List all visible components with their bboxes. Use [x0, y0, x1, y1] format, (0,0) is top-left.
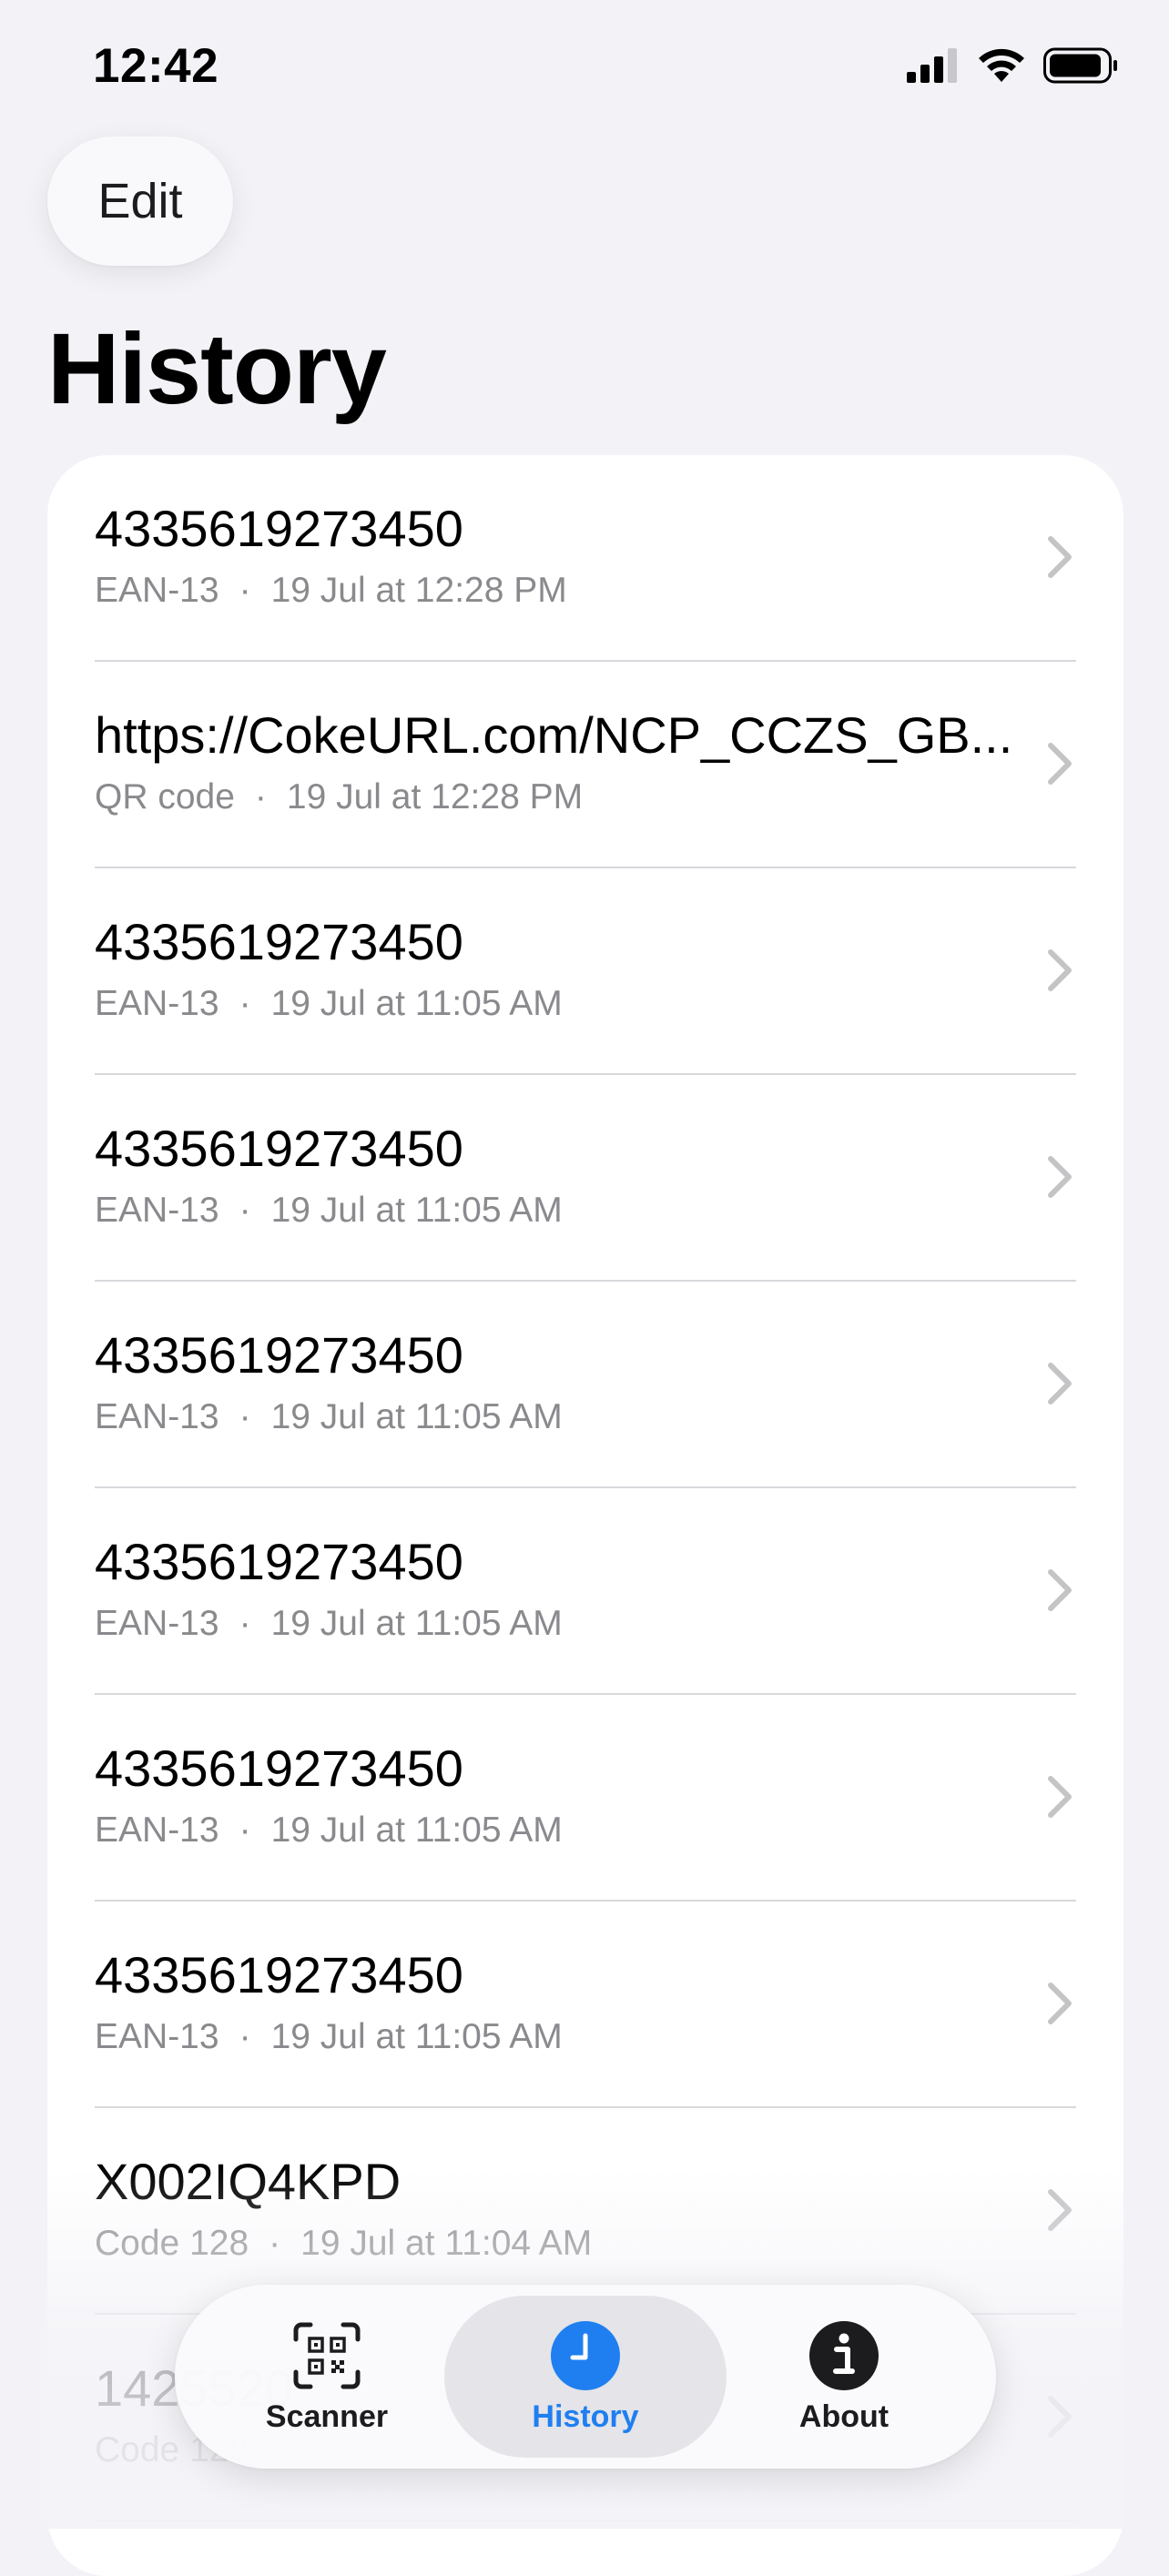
- row-type: EAN-13: [95, 1810, 219, 1850]
- row-meta: QR code · 19 Jul at 12:28 PM: [95, 773, 583, 822]
- chevron-right-icon: [1048, 1569, 1072, 1611]
- row-type: QR code: [95, 777, 235, 816]
- tab-history[interactable]: History: [444, 2296, 727, 2458]
- status-icons: [907, 47, 1118, 84]
- row-separator: ·: [239, 984, 251, 1023]
- tab-label-scanner: Scanner: [265, 2399, 389, 2434]
- row-type: EAN-13: [95, 1191, 219, 1230]
- row-timestamp: 19 Jul at 11:04 AM: [300, 2224, 593, 2263]
- row-meta: EAN-13 · 19 Jul at 11:05 AM: [95, 2013, 563, 2062]
- row-type: EAN-13: [95, 2017, 219, 2056]
- row-value: https://CokeURL.com/NCP_CCZS_GB...: [95, 706, 1013, 764]
- row-timestamp: 19 Jul at 12:28 PM: [286, 777, 584, 816]
- row-type: EAN-13: [95, 984, 219, 1023]
- chevron-right-icon: [1048, 1363, 1072, 1405]
- row-separator: ·: [239, 1397, 251, 1436]
- row-meta: EAN-13 · 19 Jul at 11:05 AM: [95, 1806, 563, 1855]
- status-time: 12:42: [93, 39, 219, 93]
- row-meta: EAN-13 · 19 Jul at 11:05 AM: [95, 1599, 563, 1648]
- row-meta: EAN-13 · 19 Jul at 11:05 AM: [95, 1393, 563, 1442]
- row-timestamp: 19 Jul at 11:05 AM: [270, 984, 563, 1023]
- history-row[interactable]: X002IQ4KPD Code 128 · 19 Jul at 11:04 AM: [47, 2108, 1123, 2315]
- row-separator: ·: [239, 2017, 251, 2056]
- row-meta: EAN-13 · 19 Jul at 12:28 PM: [95, 566, 567, 615]
- row-separator: ·: [254, 777, 267, 816]
- row-value: X002IQ4KPD: [95, 2153, 402, 2210]
- chevron-right-icon: [1048, 2396, 1072, 2438]
- row-value: 4335619273450: [95, 1946, 463, 2003]
- cellular-signal-icon: [907, 48, 957, 83]
- wifi-icon: [979, 48, 1024, 82]
- history-row[interactable]: 4335619273450 EAN-13 · 19 Jul at 11:05 AM: [47, 868, 1123, 1075]
- row-separator: ·: [239, 1810, 251, 1850]
- row-separator: ·: [239, 571, 251, 610]
- battery-icon: [1043, 47, 1117, 84]
- tab-bar: Scanner History About: [175, 2285, 996, 2469]
- qr-scanner-icon: [293, 2322, 361, 2389]
- row-value: 4335619273450: [95, 1533, 463, 1590]
- row-meta: EAN-13 · 19 Jul at 11:05 AM: [95, 979, 563, 1029]
- row-timestamp: 19 Jul at 12:28 PM: [270, 571, 567, 610]
- row-timestamp: 19 Jul at 11:05 AM: [270, 1397, 563, 1436]
- history-row[interactable]: 4335619273450 EAN-13 · 19 Jul at 11:05 AM: [47, 1488, 1123, 1695]
- row-meta: Code 128 · 19 Jul at 11:04 AM: [95, 2219, 592, 2268]
- history-row[interactable]: 4335619273450 EAN-13 · 19 Jul at 11:05 AM: [47, 1695, 1123, 1902]
- chevron-right-icon: [1048, 2189, 1072, 2231]
- history-row[interactable]: https://CokeURL.com/NCP_CCZS_GB... QR co…: [47, 662, 1123, 868]
- clock-icon: [551, 2321, 620, 2390]
- chevron-right-icon: [1048, 1156, 1072, 1198]
- tab-label-history: History: [532, 2399, 639, 2434]
- history-row[interactable]: 4335619273450 EAN-13 · 19 Jul at 11:05 AM: [47, 1282, 1123, 1488]
- row-separator: ·: [239, 1604, 251, 1643]
- history-row[interactable]: 4335619273450 EAN-13 · 19 Jul at 12:28 PM: [47, 455, 1123, 662]
- row-value: 4335619273450: [95, 1739, 463, 1797]
- row-separator: ·: [269, 2224, 281, 2263]
- row-timestamp: 19 Jul at 11:05 AM: [270, 1191, 563, 1230]
- chevron-right-icon: [1048, 536, 1072, 578]
- info-icon: [809, 2321, 879, 2390]
- history-list: 4335619273450 EAN-13 · 19 Jul at 12:28 PM …: [47, 455, 1123, 2576]
- chevron-right-icon: [1048, 743, 1072, 785]
- row-value: 4335619273450: [95, 1326, 463, 1384]
- chevron-right-icon: [1048, 949, 1072, 991]
- chevron-right-icon: [1048, 1776, 1072, 1818]
- tab-about[interactable]: About: [703, 2296, 985, 2458]
- row-value: 4335619273450: [95, 500, 463, 557]
- row-timestamp: 19 Jul at 11:05 AM: [270, 1604, 563, 1643]
- row-timestamp: 19 Jul at 11:05 AM: [270, 2017, 563, 2056]
- row-type: EAN-13: [95, 1604, 219, 1643]
- tab-label-about: About: [798, 2399, 889, 2434]
- row-meta: EAN-13 · 19 Jul at 11:05 AM: [95, 1186, 563, 1235]
- history-row[interactable]: 4335619273450 EAN-13 · 19 Jul at 11:05 AM: [47, 1075, 1123, 1282]
- row-type: EAN-13: [95, 571, 219, 610]
- page-title: History: [47, 313, 387, 425]
- row-value: 4335619273450: [95, 913, 463, 970]
- history-row[interactable]: 4335619273450 EAN-13 · 19 Jul at 11:05 AM: [47, 1902, 1123, 2108]
- tab-scanner[interactable]: Scanner: [186, 2296, 468, 2458]
- row-value: 4335619273450: [95, 1120, 463, 1177]
- row-type: Code 128: [95, 2224, 249, 2263]
- chevron-right-icon: [1048, 1983, 1072, 2024]
- row-separator: ·: [239, 1191, 251, 1230]
- row-timestamp: 19 Jul at 11:05 AM: [270, 1810, 563, 1850]
- edit-button[interactable]: Edit: [47, 137, 233, 266]
- status-bar: 12:42: [0, 0, 1169, 137]
- row-divider: [95, 2520, 1076, 2521]
- row-type: EAN-13: [95, 1397, 219, 1436]
